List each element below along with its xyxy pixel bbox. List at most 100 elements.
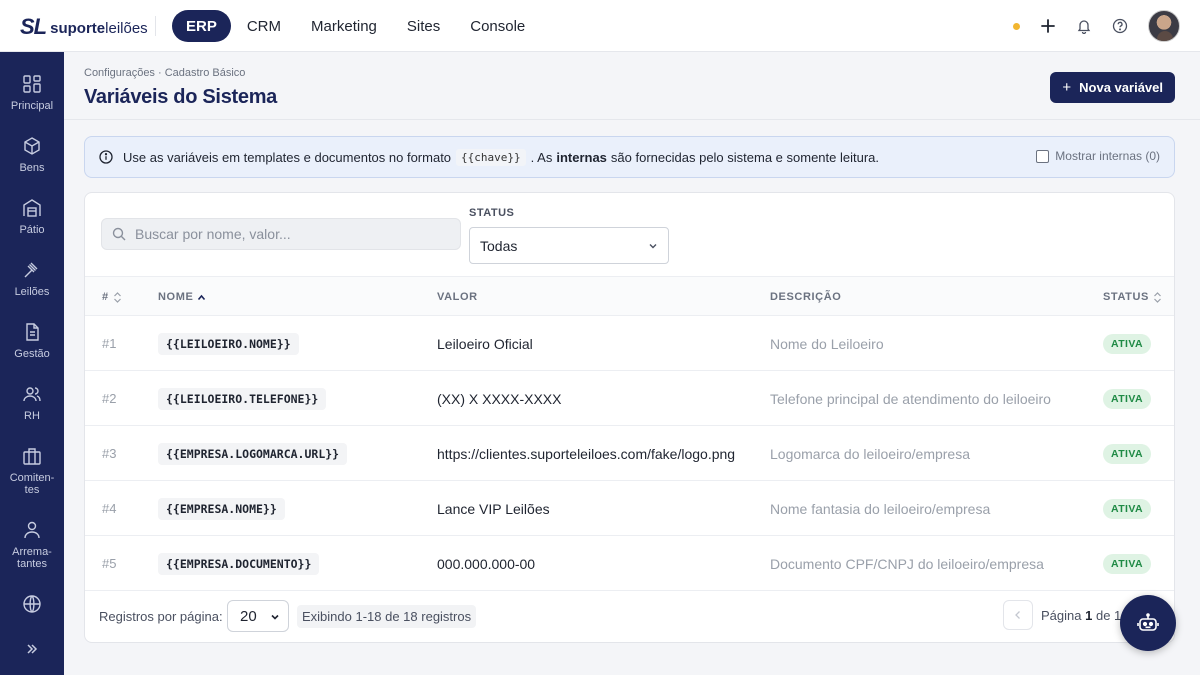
topnav-marketing[interactable]: Marketing: [297, 10, 391, 42]
status-filter-select[interactable]: Todas: [469, 227, 669, 264]
users-icon: [23, 387, 41, 402]
logo-text: suporteleilões: [50, 19, 148, 37]
row-description: Telefone principal de atendimento do lei…: [770, 390, 1051, 407]
briefcase-icon: [23, 448, 41, 465]
topnav-crm[interactable]: CRM: [233, 10, 295, 42]
brand-logo[interactable]: SL suporteleilões: [20, 14, 148, 40]
header-description: DESCRIÇÃO: [770, 291, 842, 303]
row-id: #4: [102, 501, 117, 516]
info-text-after: são fornecidas pelo sistema e somente le…: [610, 149, 880, 165]
status-badge: ATIVA: [1103, 481, 1151, 536]
sidebar-expand-button[interactable]: [0, 642, 64, 662]
row-id: #5: [102, 556, 117, 571]
table-row[interactable]: #5 {{EMPRESA.DOCUMENTO}} 000.000.000-00 …: [85, 536, 1174, 591]
bell-icon[interactable]: [1072, 14, 1096, 38]
row-description: Nome do Leiloeiro: [770, 335, 884, 352]
dashboard-icon: [23, 75, 41, 93]
sidebar-item-principal[interactable]: Principal: [0, 74, 64, 112]
help-icon[interactable]: [1108, 14, 1132, 38]
sidebar-label: Gestão: [14, 348, 50, 360]
sidebar-label: Bens: [19, 162, 45, 174]
page-title: Variáveis do Sistema: [84, 86, 278, 108]
user-icon: [24, 521, 40, 539]
show-internal-toggle[interactable]: Mostrar internas (0): [1036, 149, 1160, 163]
records-summary: Exibindo 1-18 de 18 registros: [297, 605, 477, 628]
topnav-sites[interactable]: Sites: [393, 10, 454, 42]
sidebar-item-bens[interactable]: Bens: [0, 136, 64, 174]
chevron-left-icon: [1015, 611, 1020, 619]
info-banner: Use as variáveis em templates e document…: [84, 136, 1175, 178]
robot-icon: [1137, 613, 1159, 631]
plus-icon: +: [1062, 79, 1072, 96]
table-row[interactable]: #4 {{EMPRESA.NOME}} Lance VIP Leilões No…: [85, 481, 1174, 536]
prev-page-button[interactable]: [1003, 600, 1033, 630]
info-bold: internas: [556, 149, 607, 165]
plus-icon[interactable]: [1036, 14, 1060, 38]
sidebar-item-gestao[interactable]: Gestão: [0, 322, 64, 360]
per-page-select[interactable]: 20: [227, 600, 289, 632]
status-badge: ATIVA: [1103, 536, 1151, 591]
pagination-footer: Registros por página: 20 Exibindo 1-18 d…: [85, 590, 1174, 642]
new-variable-label: Nova variável: [1079, 80, 1163, 95]
info-text-mid: . As: [530, 149, 553, 165]
header-id[interactable]: #: [102, 291, 122, 303]
status-filter-value: Todas: [480, 237, 518, 254]
sort-ascending-icon: [198, 294, 206, 300]
table-row[interactable]: #2 {{LEILOEIRO.TELEFONE}} (XX) X XXXX-XX…: [85, 371, 1174, 426]
search-input[interactable]: Buscar por nome, valor...: [101, 218, 461, 250]
logo-mark: SL: [20, 14, 47, 39]
search-placeholder: Buscar por nome, valor...: [135, 226, 291, 242]
variables-card: Buscar por nome, valor... STATUS Todas #…: [84, 192, 1175, 643]
show-internal-checkbox[interactable]: [1036, 149, 1050, 163]
page-info: Página 1 de 1: [1041, 608, 1122, 623]
row-value: Leiloeiro Oficial: [437, 335, 533, 352]
sidebar-label: Principal: [10, 100, 54, 112]
header-status[interactable]: STATUS: [1103, 291, 1162, 303]
row-name: {{LEILOEIRO.NOME}}: [158, 316, 299, 371]
table-row[interactable]: #1 {{LEILOEIRO.NOME}} Leiloeiro Oficial …: [85, 316, 1174, 371]
sidebar-item-comitentes[interactable]: Comiten- tes: [0, 446, 64, 496]
sidebar-label: Pátio: [19, 224, 45, 236]
header-divider: [64, 119, 1200, 120]
sidebar-label-line2: tes: [24, 484, 40, 496]
info-icon: [99, 150, 113, 164]
breadcrumb[interactable]: Configurações · Cadastro Básico: [84, 67, 245, 79]
row-description: Logomarca do leiloeiro/empresa: [770, 445, 970, 462]
row-description: Nome fantasia do leiloeiro/empresa: [770, 500, 991, 517]
sidebar-label: RH: [24, 410, 40, 422]
chatbot-button[interactable]: [1120, 595, 1176, 651]
new-variable-button[interactable]: + Nova variável: [1050, 72, 1175, 103]
row-name: {{EMPRESA.NOME}}: [158, 481, 285, 536]
sidebar-item-arrematantes[interactable]: Arrema- tantes: [0, 520, 64, 570]
status-badge: ATIVA: [1103, 426, 1151, 481]
sidebar-item-sites[interactable]: [0, 594, 64, 620]
row-id: #1: [102, 336, 117, 351]
show-internal-label: Mostrar internas (0): [1055, 149, 1160, 163]
row-id: #2: [102, 391, 117, 406]
chevron-down-icon: [649, 244, 657, 249]
search-icon: [112, 227, 126, 241]
row-value: (XX) X XXXX-XXXX: [437, 390, 562, 407]
row-name: {{EMPRESA.LOGOMARCA.URL}}: [158, 426, 348, 481]
sidebar-item-patio[interactable]: Pátio: [0, 198, 64, 236]
avatar[interactable]: [1148, 10, 1180, 42]
per-page-label: Registros por página:: [99, 609, 223, 624]
sidebar: Principal Bens Pátio Leilões Gestão RH C…: [0, 52, 64, 675]
row-name: {{LEILOEIRO.TELEFONE}}: [158, 371, 327, 426]
sidebar-label: Arrema-: [12, 546, 52, 558]
sidebar-item-leiloes[interactable]: Leilões: [0, 260, 64, 298]
header-name[interactable]: NOME: [158, 291, 206, 303]
document-icon: [26, 323, 39, 341]
warehouse-icon: [23, 199, 41, 217]
top-nav: ERP CRM Marketing Sites Console: [172, 10, 541, 42]
row-name: {{EMPRESA.DOCUMENTO}}: [158, 536, 320, 591]
globe-icon: [23, 595, 41, 613]
table-row[interactable]: #3 {{EMPRESA.LOGOMARCA.URL}} https://cli…: [85, 426, 1174, 481]
topnav-console[interactable]: Console: [456, 10, 539, 42]
sidebar-label: Comiten-: [9, 472, 55, 484]
current-page: 1: [1085, 608, 1093, 623]
sidebar-item-rh[interactable]: RH: [0, 384, 64, 422]
topnav-erp[interactable]: ERP: [172, 10, 231, 42]
sort-icon: [1154, 291, 1161, 303]
box-icon: [24, 137, 40, 155]
